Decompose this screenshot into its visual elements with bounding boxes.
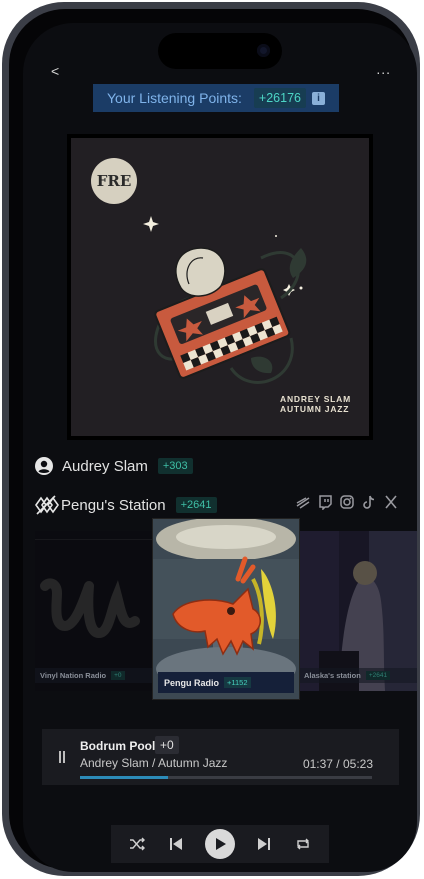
next-icon[interactable] — [254, 834, 274, 854]
station-row[interactable]: Pengu's Station +2641 — [33, 492, 217, 518]
station-card[interactable]: Alaska's station +2641 — [299, 531, 417, 691]
points-label: Your Listening Points: — [107, 90, 242, 106]
now-playing-bar: Bodrum Pool +0 Andrey Slam / Autumn Jazz… — [42, 729, 399, 785]
station-carousel: Vinyl Nation Radio +0 Alaska's station +… — [35, 519, 417, 714]
previous-icon[interactable] — [166, 834, 186, 854]
track-points-badge: +0 — [155, 736, 179, 754]
back-button[interactable]: < — [51, 63, 59, 79]
tiktok-icon[interactable] — [361, 494, 377, 510]
artist-name[interactable]: Audrey Slam — [62, 458, 148, 475]
repeat-icon[interactable] — [293, 834, 313, 854]
track-subtitle: Andrey Slam / Autumn Jazz — [80, 756, 228, 770]
dynamic-island — [158, 33, 282, 69]
user-circle-icon — [35, 457, 53, 475]
station-card[interactable]: Vinyl Nation Radio +0 — [35, 531, 153, 691]
station-card-active[interactable]: Pengu Radio +1152 — [153, 519, 299, 699]
station-name[interactable]: Pengu's Station — [61, 497, 166, 514]
track-time: 01:37 / 05:23 — [302, 757, 373, 771]
phone-bezel: < ... Your Listening Points: +26176 i FR… — [9, 9, 417, 872]
phone-frame: < ... Your Listening Points: +26176 i FR… — [2, 2, 420, 876]
station-points-badge: +2641 — [175, 497, 217, 513]
station-card-label: Pengu Radio +1152 — [158, 672, 294, 693]
station-card-label: Vinyl Nation Radio +0 — [35, 668, 153, 683]
twitch-icon[interactable] — [317, 494, 333, 511]
station-card-label: Alaska's station +2641 — [299, 668, 417, 683]
track-title: Bodrum Pool — [80, 739, 156, 753]
cover-title: ANDREY SLAM AUTUMN JAZZ — [280, 394, 351, 414]
playback-controls — [111, 825, 329, 863]
album-artwork: FRE ANDREY SLAM AUTUMN JAZZ — [67, 134, 373, 440]
social-links — [295, 494, 399, 511]
artist-row[interactable]: Audrey Slam +303 — [34, 456, 193, 476]
instagram-icon[interactable] — [339, 494, 355, 510]
shuffle-icon[interactable] — [127, 834, 147, 854]
points-value: +26176 — [253, 88, 306, 108]
play-icon[interactable] — [204, 829, 235, 859]
more-options-button[interactable]: ... — [376, 61, 391, 77]
label-logo: FRE — [91, 158, 137, 204]
pause-icon[interactable] — [57, 751, 67, 763]
listening-points-banner: Your Listening Points: +26176 i — [93, 84, 339, 112]
progress-fill — [80, 776, 168, 779]
x-icon[interactable] — [383, 494, 399, 510]
station-logo-icon — [35, 495, 59, 515]
info-icon[interactable]: i — [311, 91, 325, 105]
app-screen: < ... Your Listening Points: +26176 i FR… — [23, 23, 417, 872]
artist-points-badge: +303 — [157, 458, 193, 474]
camera-icon — [257, 44, 270, 57]
progress-bar[interactable] — [80, 776, 372, 779]
audiomack-icon[interactable] — [295, 494, 311, 510]
